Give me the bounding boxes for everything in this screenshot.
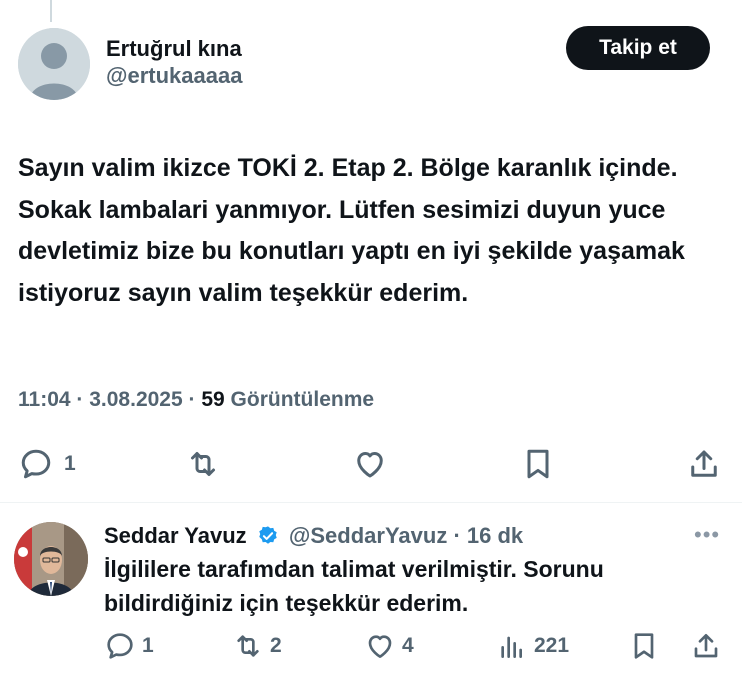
avatar[interactable]	[18, 28, 90, 100]
thread-line	[50, 0, 52, 22]
views-count: 59	[201, 388, 225, 411]
reply-author-handle[interactable]: @SeddarYavuz	[289, 523, 447, 548]
retweet-icon	[191, 452, 215, 476]
tweet-meta: 11:04 · 3.08.2025 · 59 Görüntülenme	[18, 388, 374, 412]
like-icon	[368, 635, 392, 658]
tweet-text: Sayın valim ikizce TOKİ 2. Etap 2. Bölge…	[18, 154, 685, 307]
author-name[interactable]: Ertuğrul kına	[106, 36, 242, 62]
reply-retweet-count: 2	[270, 634, 282, 657]
share-button[interactable]	[686, 446, 722, 482]
person-photo-icon	[14, 522, 88, 596]
more-options-icon[interactable]: •••	[694, 522, 720, 548]
reply-share-button[interactable]	[690, 630, 722, 662]
tweet-time[interactable]: 11:04	[18, 388, 71, 411]
bookmark-icon	[634, 633, 654, 659]
verified-badge-icon[interactable]	[257, 525, 279, 547]
reply-reply-count: 1	[142, 634, 154, 657]
retweet-icon	[237, 635, 259, 657]
reply-count: 1	[64, 452, 76, 475]
reply-avatar[interactable]	[14, 522, 88, 596]
reply-actions: 1 2 4 221	[0, 626, 742, 670]
author-handle[interactable]: @ertukaaaaa	[106, 62, 242, 90]
follow-button[interactable]: Takip et	[566, 26, 710, 70]
reply-icon	[21, 449, 51, 479]
bookmark-button[interactable]	[520, 446, 556, 482]
bookmark-icon	[527, 449, 549, 479]
reply-retweet-button[interactable]: 2	[232, 630, 282, 662]
reply-time[interactable]: 16 dk	[467, 523, 523, 548]
like-button[interactable]	[352, 446, 388, 482]
default-avatar-icon	[18, 28, 90, 100]
reply-separator: ·	[453, 523, 467, 548]
reply-like-count: 4	[402, 634, 414, 657]
reply-icon	[107, 633, 133, 659]
reply-bookmark-button[interactable]	[628, 630, 660, 662]
tweet-actions: 1	[0, 440, 742, 490]
reply-button[interactable]: 1	[18, 446, 76, 482]
meta-separator: ·	[76, 388, 90, 411]
reply-header: Seddar Yavuz @SeddarYavuz · 16 dk	[104, 522, 523, 550]
reply-reply-button[interactable]: 1	[104, 630, 154, 662]
reply-like-button[interactable]: 4	[364, 630, 414, 662]
share-icon	[694, 634, 718, 658]
views-label: Görüntülenme	[230, 388, 375, 411]
divider	[0, 502, 742, 503]
views-icon	[501, 636, 522, 658]
reply-views-count: 221	[534, 634, 570, 657]
share-icon	[691, 450, 717, 477]
tweet-date[interactable]: 3.08.2025	[89, 388, 182, 411]
like-icon	[357, 452, 383, 478]
meta-separator: ·	[188, 388, 202, 411]
tweet-author[interactable]: Ertuğrul kına @ertukaaaaa	[106, 36, 242, 90]
retweet-button[interactable]	[185, 446, 221, 482]
reply-author-name[interactable]: Seddar Yavuz	[104, 523, 247, 548]
reply-text: İlgililere tarafımdan talimat verilmişti…	[104, 556, 604, 616]
reply-views-button[interactable]: 221	[496, 630, 569, 662]
